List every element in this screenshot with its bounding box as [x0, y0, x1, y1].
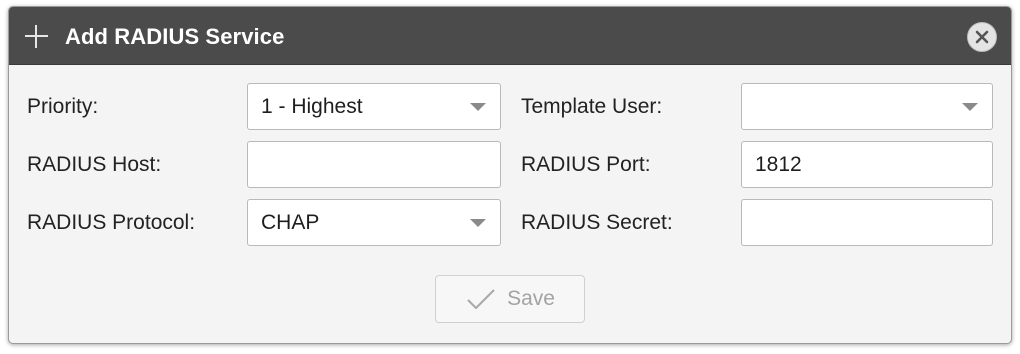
- chevron-down-icon: [470, 219, 486, 227]
- radius-secret-label: RADIUS Secret:: [521, 211, 673, 234]
- chevron-down-icon: [470, 103, 486, 111]
- template-user-label: Template User:: [521, 95, 663, 118]
- plus-icon: [25, 25, 48, 48]
- dialog-title: Add RADIUS Service: [65, 24, 285, 49]
- radius-host-label: RADIUS Host:: [27, 153, 162, 176]
- radius-port-value: 1812: [755, 153, 802, 176]
- save-button[interactable]: Save: [435, 275, 585, 323]
- priority-select[interactable]: 1 - Highest: [247, 83, 501, 130]
- checkmark-icon: [465, 287, 497, 311]
- priority-label: Priority:: [27, 95, 99, 118]
- radius-host-input[interactable]: [247, 141, 501, 188]
- radius-port-label: RADIUS Port:: [521, 153, 651, 176]
- radius-protocol-label: RADIUS Protocol:: [27, 211, 196, 234]
- radius-protocol-select[interactable]: CHAP: [247, 199, 501, 246]
- close-icon[interactable]: [967, 22, 997, 52]
- template-user-select[interactable]: [741, 83, 993, 130]
- radius-protocol-value: CHAP: [261, 211, 320, 234]
- priority-value: 1 - Highest: [261, 95, 363, 118]
- radius-port-input[interactable]: 1812: [741, 141, 993, 188]
- chevron-down-icon: [962, 103, 978, 111]
- radius-secret-input[interactable]: [741, 199, 993, 246]
- save-label: Save: [507, 287, 555, 310]
- dialog-titlebar: Add RADIUS Service: [9, 7, 1011, 65]
- add-radius-service-dialog: Add RADIUS Service Priority: 1 - Highest…: [8, 6, 1012, 344]
